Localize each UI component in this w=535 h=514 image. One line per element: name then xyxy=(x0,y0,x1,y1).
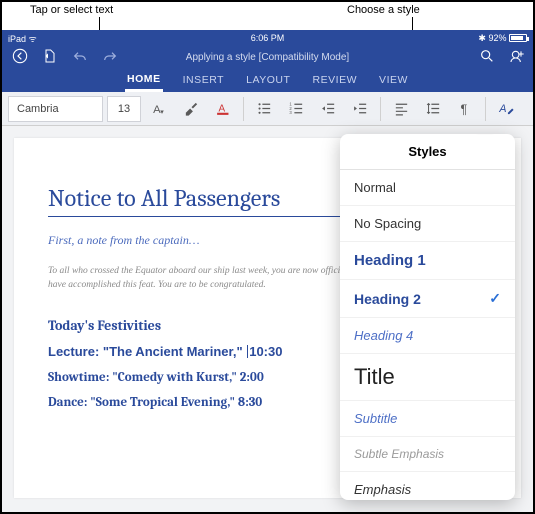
search-icon[interactable] xyxy=(479,48,495,67)
tab-insert[interactable]: INSERT xyxy=(181,70,226,90)
styles-popover-title: Styles xyxy=(340,134,515,170)
pilcrow-icon[interactable]: ¶ xyxy=(451,96,479,122)
outdent-icon[interactable] xyxy=(314,96,342,122)
svg-text:A: A xyxy=(218,103,225,114)
tab-view[interactable]: VIEW xyxy=(377,70,410,90)
back-icon[interactable] xyxy=(12,48,28,67)
font-size[interactable]: 13 xyxy=(107,96,141,122)
highlight-icon[interactable] xyxy=(177,96,205,122)
title-bar: Applying a style [Compatibility Mode] xyxy=(2,46,533,68)
style-option-subtle-emphasis[interactable]: Subtle Emphasis xyxy=(340,437,515,472)
style-option-heading-1[interactable]: Heading 1 xyxy=(340,242,515,280)
style-option-no-spacing[interactable]: No Spacing xyxy=(340,206,515,242)
style-option-title[interactable]: Title xyxy=(340,354,515,401)
callout-right: Choose a style xyxy=(347,4,420,16)
tab-review[interactable]: REVIEW xyxy=(310,70,359,90)
status-time: 6:06 PM xyxy=(251,33,285,43)
font-color-icon[interactable]: A xyxy=(209,96,237,122)
check-icon: ✓ xyxy=(489,290,501,307)
share-icon[interactable] xyxy=(509,48,525,67)
svg-text:¶: ¶ xyxy=(460,101,467,116)
ribbon-tabs: HOME INSERT LAYOUT REVIEW VIEW xyxy=(2,68,533,92)
line-spacing-icon[interactable] xyxy=(419,96,447,122)
svg-text:▾: ▾ xyxy=(160,108,164,116)
styles-icon[interactable]: A xyxy=(492,96,520,122)
file-icon[interactable] xyxy=(42,48,58,67)
svg-text:3: 3 xyxy=(289,110,292,115)
tab-layout[interactable]: LAYOUT xyxy=(244,70,292,90)
numbering-icon[interactable]: 123 xyxy=(282,96,310,122)
svg-text:A: A xyxy=(498,103,506,115)
bullets-icon[interactable] xyxy=(250,96,278,122)
wifi-icon: ᯤ xyxy=(29,34,37,44)
style-option-normal[interactable]: Normal xyxy=(340,170,515,206)
battery-icon xyxy=(509,34,527,42)
styles-list[interactable]: NormalNo SpacingHeading 1Heading 2✓Headi… xyxy=(340,170,515,500)
style-option-heading-2[interactable]: Heading 2✓ xyxy=(340,280,515,318)
font-format-icon[interactable]: A▾ xyxy=(145,96,173,122)
indent-icon[interactable] xyxy=(346,96,374,122)
status-bar: iPad ᯤ 6:06 PM ✱ 92% xyxy=(2,30,533,46)
style-option-heading-4[interactable]: Heading 4 xyxy=(340,318,515,354)
styles-popover: Styles NormalNo SpacingHeading 1Heading … xyxy=(340,134,515,500)
align-icon[interactable] xyxy=(387,96,415,122)
style-option-subtitle[interactable]: Subtitle xyxy=(340,401,515,437)
style-option-emphasis[interactable]: Emphasis xyxy=(340,472,515,500)
callout-left: Tap or select text xyxy=(30,4,113,16)
font-picker[interactable]: Cambria xyxy=(8,96,103,122)
redo-icon[interactable] xyxy=(102,48,118,67)
tab-home[interactable]: HOME xyxy=(125,69,163,92)
undo-icon[interactable] xyxy=(72,48,88,67)
ribbon: Cambria 13 A▾ A 123 ¶ A xyxy=(2,92,533,126)
document-title: Applying a style [Compatibility Mode] xyxy=(186,52,349,63)
